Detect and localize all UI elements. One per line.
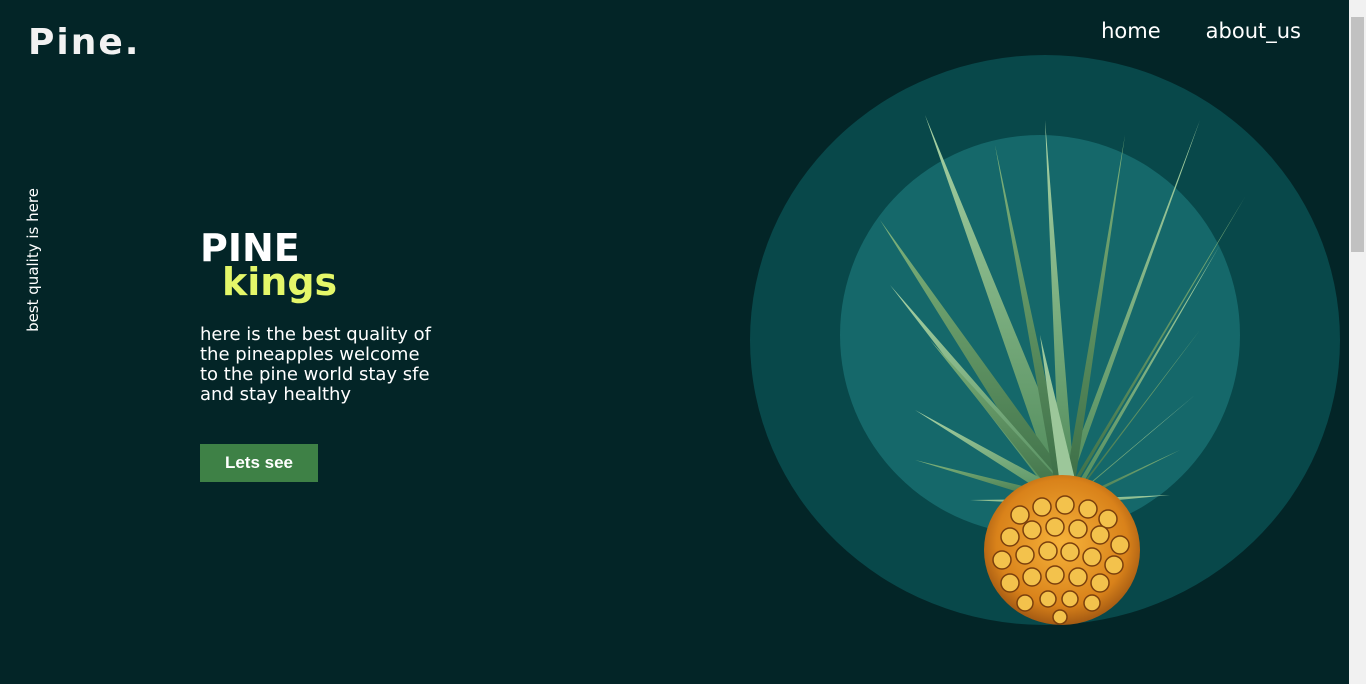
pineapple-image bbox=[880, 115, 1245, 625]
site-logo[interactable]: Pine. bbox=[28, 22, 140, 64]
nav-link-home[interactable]: home bbox=[1101, 18, 1161, 44]
hero-description: here is the best quality of the pineappl… bbox=[200, 324, 431, 405]
vertical-scrollbar[interactable] bbox=[1349, 0, 1366, 684]
landing-page: Pine. home about_us best quality is here… bbox=[0, 0, 1366, 684]
hero-title-line2: kings bbox=[222, 260, 338, 304]
main-nav: home about_us bbox=[1101, 18, 1301, 44]
hero-title: PINE kings bbox=[200, 229, 337, 301]
vertical-tagline: best quality is here bbox=[24, 188, 42, 332]
nav-link-about-us[interactable]: about_us bbox=[1206, 18, 1301, 44]
pineapple-fruit bbox=[984, 475, 1140, 625]
scrollbar-thumb[interactable] bbox=[1351, 17, 1364, 252]
lets-see-button[interactable]: Lets see bbox=[200, 444, 318, 482]
pineapple-leaves bbox=[880, 115, 1245, 505]
